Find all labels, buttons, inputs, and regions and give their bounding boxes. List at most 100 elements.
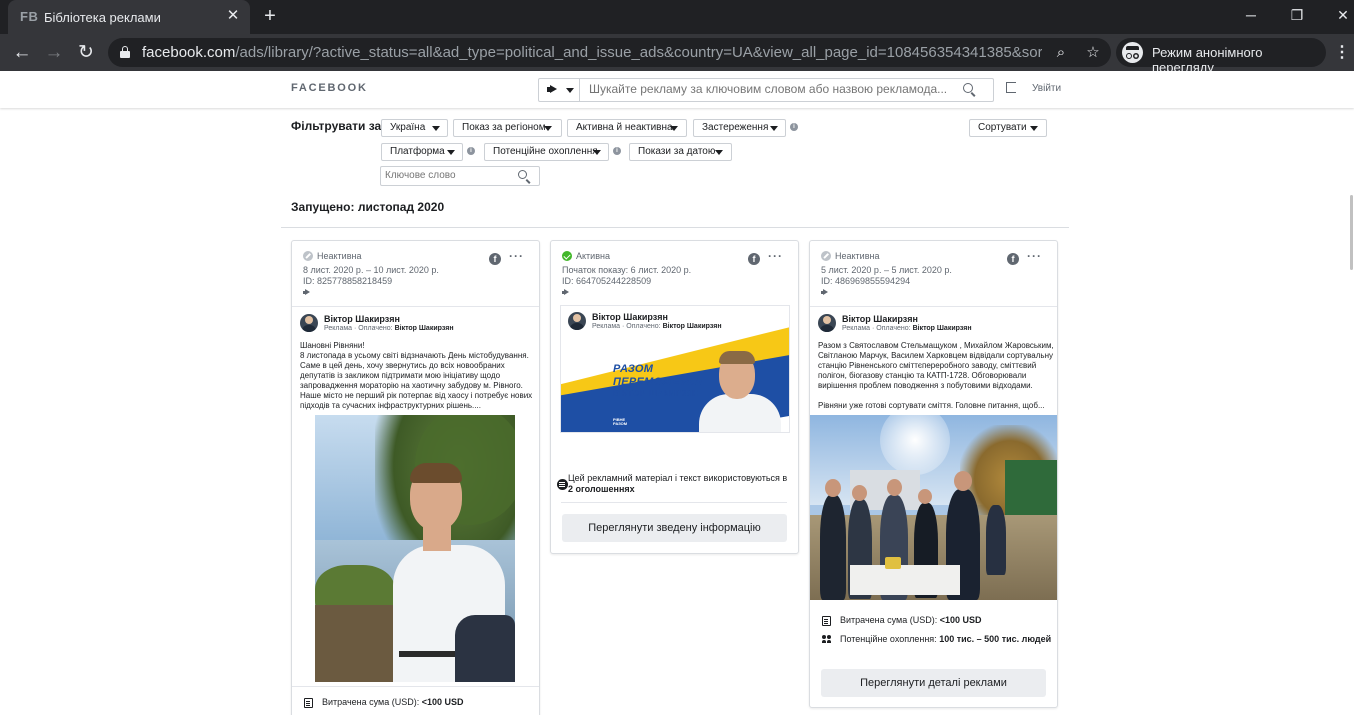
- avatar[interactable]: [818, 314, 836, 332]
- ad-body-text: Разом з Святославом Стельмащуком , Михай…: [818, 341, 1054, 410]
- ad-status: Активна: [576, 251, 610, 261]
- restore-icon[interactable]: ❐: [1274, 0, 1320, 30]
- info-icon[interactable]: i: [613, 147, 621, 155]
- sponsored-line: Реклама · Оплачено: Віктор Шакирзян: [324, 325, 454, 332]
- region-filter[interactable]: Показ за регіоном: [453, 119, 562, 137]
- date-filter[interactable]: Покази за датою: [629, 143, 732, 161]
- address-bar[interactable]: facebook.com/ads/library/?active_status=…: [108, 38, 1111, 67]
- search-icon[interactable]: [963, 83, 977, 97]
- sort-dropdown[interactable]: Сортувати: [969, 119, 1047, 137]
- browser-toolbar: ← → ↻ facebook.com/ads/library/?active_s…: [0, 34, 1354, 75]
- minimize-icon[interactable]: ─: [1228, 0, 1274, 30]
- advertiser: Віктор Шакирзян Реклама · Оплачено: Вікт…: [300, 314, 530, 334]
- browser-tab[interactable]: FB Бібліотека реклами ✕: [8, 0, 250, 34]
- ad-id: ID: 825778858218459: [303, 276, 393, 286]
- more-icon[interactable]: ···: [1027, 249, 1042, 263]
- banner-subtitle: ВІКТОР ШАКИРЗЯН: [613, 389, 700, 398]
- ad-dates: 8 лист. 2020 р. – 10 лист. 2020 р.: [303, 265, 439, 275]
- info-icon[interactable]: i: [467, 147, 475, 155]
- ad-image[interactable]: [810, 415, 1057, 600]
- window-close-icon[interactable]: ✕: [1320, 0, 1354, 30]
- platform-filter[interactable]: Платформа: [381, 143, 463, 161]
- search-icon[interactable]: [518, 170, 530, 182]
- bookmark-star-icon[interactable]: ☆: [1082, 42, 1104, 64]
- spent-amount: Витрачена сума (USD): <100 USD: [322, 697, 464, 707]
- divider: [561, 502, 787, 503]
- lock-icon[interactable]: [120, 46, 130, 58]
- incognito-icon: [1122, 42, 1143, 63]
- url-text[interactable]: facebook.com/ads/library/?active_status=…: [142, 44, 1042, 61]
- view-summary-button[interactable]: Переглянути зведену інформацію: [562, 514, 787, 542]
- browser-menu-icon[interactable]: ⋮: [1334, 40, 1350, 66]
- ad-body-text: Шановні Рівняни! 8 листопада в усьому св…: [300, 341, 533, 410]
- ad-status: Неактивна: [317, 251, 362, 261]
- search-input[interactable]: [589, 82, 949, 96]
- avatar[interactable]: [568, 312, 586, 330]
- layers-icon: [557, 479, 568, 490]
- ad-dates: 5 лист. 2020 р. – 5 лист. 2020 р.: [821, 265, 952, 275]
- disclaimer-filter[interactable]: Застереження: [693, 119, 786, 137]
- megaphone-icon: [303, 289, 311, 296]
- potential-reach: Потенційне охоплення: 100 тис. – 500 тис…: [840, 634, 1052, 644]
- megaphone-icon: [821, 289, 829, 296]
- facebook-icon: f: [489, 253, 501, 265]
- ad-type-dropdown[interactable]: [539, 79, 580, 101]
- ad-id: ID: 664705244228509: [562, 276, 652, 286]
- ad-start-date: Початок показу: 6 лист. 2020 р.: [562, 265, 692, 275]
- chevron-down-icon: [715, 150, 723, 155]
- close-tab-icon[interactable]: ✕: [224, 7, 242, 25]
- advertiser-name[interactable]: Віктор Шакирзян: [324, 314, 400, 324]
- country-filter[interactable]: Україна: [381, 119, 448, 137]
- status-filter-label: Активна й неактивна: [576, 122, 673, 133]
- platform-filter-label: Платформа: [390, 146, 445, 157]
- ad-id: ID: 486969855594294: [821, 276, 911, 286]
- spent-amount: Витрачена сума (USD): <100 USD: [840, 615, 982, 625]
- tab-title: Бібліотека реклами: [44, 10, 161, 25]
- advertiser-name[interactable]: Віктор Шакирзян: [842, 314, 918, 324]
- chevron-down-icon: [544, 126, 552, 131]
- region-filter-label: Показ за регіоном: [462, 122, 546, 133]
- ad-status: Неактивна: [835, 251, 880, 261]
- status-filter[interactable]: Активна й неактивна: [567, 119, 687, 137]
- reach-filter[interactable]: Потенційне охоплення: [484, 143, 609, 161]
- megaphone-icon: [562, 289, 570, 296]
- filters-label: Фільтрувати за:: [291, 119, 386, 133]
- banner-title: ПЕРЕМОЖЕМО!: [613, 376, 703, 388]
- back-icon[interactable]: ←: [9, 40, 35, 66]
- ad-card-header: Неактивна 5 лист. 2020 р. – 5 лист. 2020…: [810, 241, 1057, 307]
- incognito-badge[interactable]: Режим анонімного перегляду: [1116, 38, 1326, 75]
- advertiser: Віктор Шакирзян Реклама · Оплачено: Вікт…: [818, 314, 1048, 334]
- chevron-down-icon: [432, 126, 440, 131]
- sponsored-line: Реклама · Оплачено: Віктор Шакирзян: [592, 323, 722, 330]
- ad-card: Неактивна 5 лист. 2020 р. – 5 лист. 2020…: [809, 240, 1058, 708]
- ad-creative[interactable]: Віктор Шакирзян Реклама · Оплачено: Вікт…: [560, 305, 790, 433]
- tab-favicon: FB: [20, 9, 39, 24]
- more-icon[interactable]: ···: [509, 249, 524, 263]
- chevron-down-icon: [593, 150, 601, 155]
- banner-logo: РІВНЕ РАЗОМ: [613, 417, 628, 426]
- zoom-icon[interactable]: ⌕: [1050, 42, 1072, 64]
- divider: [292, 686, 539, 687]
- view-details-button[interactable]: Переглянути деталі реклами: [821, 669, 1046, 697]
- chevron-down-icon: [566, 88, 574, 93]
- reuse-note: Цей рекламний матеріал і текст використо…: [568, 473, 788, 494]
- document-icon: [304, 698, 313, 708]
- new-tab-icon[interactable]: +: [258, 5, 282, 29]
- login-link[interactable]: Увійти: [1032, 83, 1061, 94]
- disclaimer-filter-label: Застереження: [702, 122, 769, 133]
- ad-card: Активна Початок показу: 6 лист. 2020 р. …: [550, 240, 799, 554]
- info-icon[interactable]: i: [790, 123, 798, 131]
- advertiser-name[interactable]: Віктор Шакирзян: [592, 312, 668, 322]
- chevron-down-icon: [1030, 126, 1038, 131]
- more-icon[interactable]: ···: [768, 249, 783, 263]
- facebook-icon: f: [1007, 253, 1019, 265]
- facebook-logo[interactable]: FACEBOOK: [291, 82, 368, 94]
- keyword-input[interactable]: [385, 170, 515, 181]
- sponsored-line: Реклама · Оплачено: Віктор Шакирзян: [842, 325, 972, 332]
- ad-image[interactable]: [315, 415, 515, 682]
- forward-icon[interactable]: →: [41, 40, 67, 66]
- reload-icon[interactable]: ↻: [73, 40, 99, 66]
- logout-icon[interactable]: [1006, 82, 1016, 93]
- avatar[interactable]: [300, 314, 318, 332]
- scrollbar-thumb[interactable]: [1350, 195, 1353, 270]
